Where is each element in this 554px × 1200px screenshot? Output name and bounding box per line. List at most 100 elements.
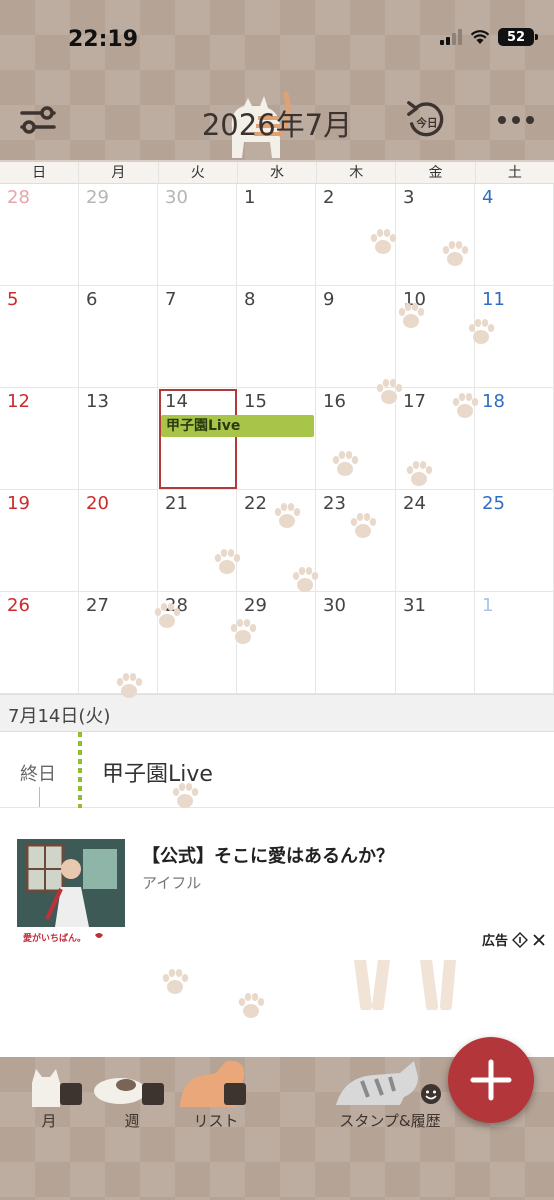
day-cell[interactable]: 5 [0,286,79,388]
ad-thumbnail[interactable]: 愛がいちばん。 [17,839,125,951]
weekday-header: 日 月 火 水 木 金 土 [0,160,554,184]
day-number: 29 [244,595,267,616]
day-cell[interactable]: 27 [79,592,158,694]
tab-stamp-history[interactable]: スタンプ&履歴 [330,1057,450,1137]
tab-stamp-label: スタンプ&履歴 [339,1112,441,1130]
event-bar[interactable]: 甲子園Live [161,415,314,437]
day-number: 27 [86,595,109,616]
more-menu-button[interactable] [494,98,538,142]
day-number: 28 [165,595,188,616]
selected-day-highlight [159,389,237,489]
day-number: 17 [403,391,426,412]
day-cell[interactable]: 15 [237,388,316,490]
day-number: 8 [244,289,256,310]
add-event-button[interactable] [448,1037,534,1123]
list-icon [224,1083,246,1105]
day-number: 15 [244,391,267,412]
smile-icon [421,1084,441,1104]
day-number: 28 [7,187,30,208]
top-bar: 22:19 52 2026年7月 今日 [0,0,554,160]
calendar-month-icon [60,1083,82,1105]
tab-week[interactable]: 週 [92,1057,172,1137]
day-cell[interactable]: 16 [316,388,396,490]
day-number: 5 [7,289,19,310]
weekday-label: 日 [0,162,80,183]
day-cell[interactable]: 3 [396,184,475,286]
cat-calico-icon [94,1078,146,1104]
tab-list[interactable]: リスト [176,1057,256,1137]
day-cell[interactable]: 30 [158,184,237,286]
tab-month[interactable]: 月 [14,1057,84,1137]
day-number: 30 [165,187,188,208]
day-cell[interactable]: 12 [0,388,79,490]
day-cell[interactable]: 20 [79,490,158,592]
day-cell[interactable]: 7 [158,286,237,388]
time-divider [39,787,40,807]
day-cell[interactable]: 13 [79,388,158,490]
day-number: 6 [86,289,98,310]
event-list-item[interactable]: 終日 甲子園Live [0,732,554,808]
day-number: 10 [403,289,426,310]
day-cell[interactable]: 26 [0,592,79,694]
day-cell[interactable]: 8 [237,286,316,388]
day-number: 18 [482,391,505,412]
day-number: 31 [403,595,426,616]
day-cell[interactable]: 6 [79,286,158,388]
day-cell[interactable]: 28 [0,184,79,286]
paw-print-icon [238,993,265,1018]
day-cell[interactable]: 9 [316,286,396,388]
day-cell[interactable]: 28 [158,592,237,694]
weekday-label: 金 [396,162,476,183]
ad-label[interactable]: 広告 [482,930,546,949]
calendar-week-icon [142,1083,164,1105]
day-number: 26 [7,595,30,616]
day-cell[interactable]: 2 [316,184,396,286]
day-cell[interactable]: 1 [475,592,554,694]
day-number: 23 [323,493,346,514]
day-cell[interactable]: 21 [158,490,237,592]
day-cell[interactable]: 29 [237,592,316,694]
today-button[interactable]: 今日 [404,98,448,142]
wifi-icon [470,30,490,44]
ad-close-icon[interactable] [532,933,546,947]
day-number: 11 [482,289,505,310]
tab-week-label: 週 [124,1112,140,1130]
ad-banner[interactable]: 愛がいちばん。 【公式】そこに愛はあるんか？ アイフル 広告 [0,808,554,958]
day-number: 3 [403,187,415,208]
day-number: 1 [244,187,256,208]
battery-level: 52 [506,29,526,45]
weekday-label: 水 [238,162,318,183]
day-cell[interactable]: 22 [237,490,316,592]
day-cell[interactable]: 17 [396,388,475,490]
today-return-icon: 今日 [407,101,444,137]
signal-icon [440,29,462,45]
day-cell[interactable]: 31 [396,592,475,694]
paw-print-icon [162,969,189,994]
day-cell[interactable]: 18 [475,388,554,490]
day-cell[interactable]: 11 [475,286,554,388]
day-cell[interactable]: 1 [237,184,316,286]
event-color-line [78,732,82,808]
cat-legs-decoration [354,960,456,1010]
day-cell[interactable]: 29 [79,184,158,286]
day-cell[interactable]: 4 [475,184,554,286]
weekday-label: 火 [159,162,238,183]
ad-info-icon[interactable] [512,931,528,948]
day-cell[interactable]: 24 [396,490,475,592]
day-cell[interactable]: 30 [316,592,396,694]
selected-date-bar: 7月14日(火) [0,694,554,732]
day-cell[interactable]: 19 [0,490,79,592]
weekday-label: 木 [317,162,397,183]
ad-thumb-caption: 愛がいちばん。 [23,932,86,944]
day-number: 13 [86,391,109,412]
day-number: 4 [482,187,494,208]
day-cell[interactable]: 23 [316,490,396,592]
day-cell[interactable]: 25 [475,490,554,592]
day-cell[interactable]: 10 [396,286,475,388]
allday-label: 終日 [20,764,56,785]
event-title: 甲子園Live [102,762,213,787]
ad-title[interactable]: 【公式】そこに愛はあるんか？ [142,842,394,868]
day-number: 24 [403,493,426,514]
month-title[interactable]: 2026年7月 [0,102,554,144]
day-number: 1 [482,595,494,616]
